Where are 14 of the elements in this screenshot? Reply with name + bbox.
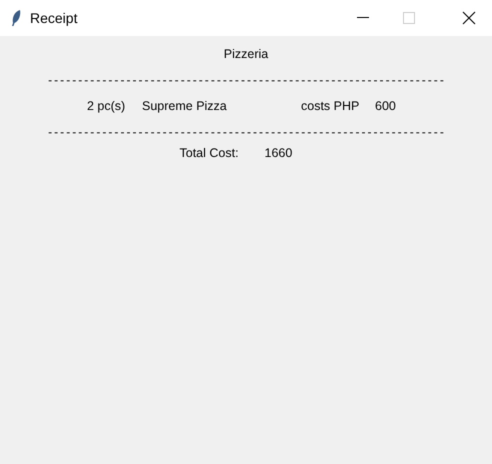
window-title: Receipt xyxy=(30,10,78,26)
maximize-icon xyxy=(403,12,415,24)
total-label: Total Cost: xyxy=(180,146,240,160)
item-quantity: 2 pc(s) xyxy=(87,99,126,113)
minimize-icon xyxy=(357,17,369,19)
shop-name: Pizzeria xyxy=(224,47,268,61)
total-value: 1660 xyxy=(264,146,294,160)
close-icon xyxy=(462,11,476,25)
item-price: 600 xyxy=(375,99,397,113)
price-label: costs PHP xyxy=(301,99,360,113)
feather-icon xyxy=(10,9,22,27)
dashed-separator: ------------------------------------------------------------------ xyxy=(48,73,446,87)
item-name: Supreme Pizza xyxy=(142,99,228,113)
dashed-separator: ------------------------------------------------------------------ xyxy=(48,125,446,139)
